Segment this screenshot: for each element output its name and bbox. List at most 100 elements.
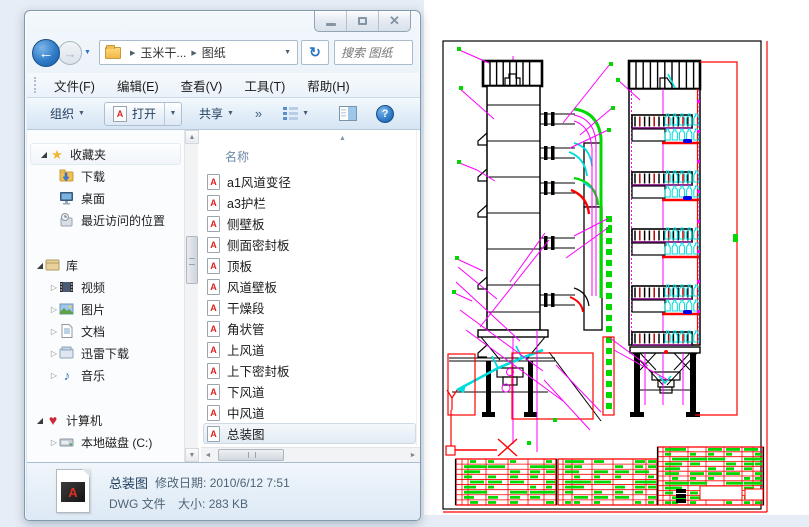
window-controls: ✕	[314, 11, 411, 32]
breadcrumb[interactable]: ▶ 玉米干... ▶ 图纸 ▼	[99, 40, 298, 65]
tree-collapsed-icon[interactable]: ▷	[49, 371, 59, 380]
sidebar-item-1-2[interactable]: ▷ 文档	[27, 320, 184, 342]
share-button[interactable]: 共享 ▼	[192, 101, 241, 126]
horizontal-scrollbar[interactable]: ◄ ►	[201, 447, 420, 462]
tree-collapsed-icon[interactable]: ▷	[49, 438, 59, 447]
dwg-file-icon: A	[207, 194, 220, 211]
sidebar-item-2-0[interactable]: ▷ 本地磁盘 (C:)	[27, 431, 184, 453]
nav-scrollbar-thumb[interactable]	[186, 236, 198, 284]
file-name: 风道壁板	[227, 281, 278, 295]
toolbar-overflow-icon[interactable]: »	[255, 106, 262, 121]
sidebar-item-label: 音乐	[81, 368, 106, 383]
restore-button[interactable]	[347, 11, 379, 31]
file-name: a3护栏	[227, 197, 266, 211]
tree-collapsed-icon[interactable]: ▷	[49, 349, 59, 358]
tree-collapsed-icon[interactable]: ▷	[49, 283, 59, 292]
sidebar-item-1-0[interactable]: ▷ 视频	[27, 276, 184, 298]
file-row[interactable]: A 侧壁板	[203, 213, 416, 234]
breadcrumb-current[interactable]: 图纸	[202, 44, 226, 61]
sidebar-group-1[interactable]: ◢ 库	[27, 254, 184, 276]
file-name: 侧面密封板	[227, 239, 290, 253]
sidebar-item-0-0[interactable]: 下载	[27, 165, 184, 187]
menu-item-0[interactable]: 文件(F)	[43, 77, 106, 97]
menu-item-2[interactable]: 查看(V)	[170, 77, 234, 97]
menu-item-3[interactable]: 工具(T)	[233, 77, 296, 97]
tree-expanded-icon[interactable]: ◢	[39, 150, 49, 159]
menu-item-4[interactable]: 帮助(H)	[296, 77, 360, 97]
modified-value: 2010/6/12 7:51	[209, 476, 290, 490]
documents-icon	[59, 323, 75, 339]
file-row[interactable]: A 侧面密封板	[203, 234, 416, 255]
selected-file-big-icon: A	[56, 469, 90, 513]
sidebar-item-0-2[interactable]: 最近访问的位置	[27, 209, 184, 231]
dwg-file-icon: A	[207, 320, 220, 337]
file-row[interactable]: Aa3护栏	[203, 192, 416, 213]
scroll-up-icon[interactable]: ▲	[185, 130, 199, 144]
close-button[interactable]: ✕	[379, 11, 410, 31]
open-dropdown-button[interactable]: ▼	[163, 102, 181, 125]
file-row[interactable]: A 角状管	[203, 318, 416, 339]
toolbar: 组织 ▼ A 打开 ▼ 共享 ▼ » ▼ ?	[27, 98, 420, 130]
forward-button[interactable]: →	[58, 41, 82, 65]
open-button[interactable]: A 打开	[105, 103, 164, 125]
chevron-down-icon: ▼	[78, 110, 85, 117]
dwg-file-icon: A	[207, 362, 220, 379]
preview-pane-button[interactable]	[332, 102, 364, 125]
sidebar-group-0[interactable]: ◢ ★ 收藏夹	[30, 143, 181, 165]
tree-collapsed-icon[interactable]: ▷	[49, 305, 59, 314]
search-input[interactable]	[335, 45, 412, 60]
sidebar-item-label: 图片	[81, 302, 106, 317]
sidebar-group-2[interactable]: ◢ ♥ 计算机	[27, 409, 184, 431]
details-pane: A 总装图 修改日期: 2010/6/12 7:51 DWG 文件 大小: 28…	[27, 462, 420, 520]
minimize-button[interactable]	[315, 11, 347, 31]
breadcrumb-dropdown-icon[interactable]: ▼	[284, 49, 291, 56]
file-row[interactable]: A 干燥段	[203, 297, 416, 318]
scroll-right-icon[interactable]: ►	[406, 448, 420, 462]
file-name: 顶板	[227, 260, 253, 274]
file-row[interactable]: A 中风道	[203, 402, 416, 423]
file-row[interactable]: A 顶板	[203, 255, 416, 276]
change-view-button[interactable]: ▼	[276, 103, 316, 124]
thunder-icon	[59, 345, 75, 361]
tree-expanded-icon[interactable]: ◢	[35, 261, 45, 270]
file-row[interactable]: A 上风道	[203, 339, 416, 360]
sort-ascending-icon[interactable]: ▲	[339, 135, 346, 142]
menu-bar: 文件(F) 编辑(E) 查看(V) 工具(T) 帮助(H)	[27, 73, 420, 98]
cad-preview-pane	[424, 0, 809, 515]
file-row[interactable]: A 下风道	[203, 381, 416, 402]
scroll-down-icon[interactable]: ▼	[185, 448, 199, 462]
sidebar-item-1-3[interactable]: ▷ 迅雷下载	[27, 342, 184, 364]
preview-pane-icon	[339, 106, 358, 121]
tree-expanded-icon[interactable]: ◢	[35, 416, 45, 425]
sidebar-item-0-1[interactable]: 桌面	[27, 187, 184, 209]
breadcrumb-parent[interactable]: 玉米干...	[140, 44, 186, 61]
help-button[interactable]: ?	[376, 104, 395, 123]
history-dropdown-icon[interactable]: ▼	[84, 49, 91, 56]
horizontal-scrollbar-thumb[interactable]	[218, 449, 284, 461]
tree-collapsed-icon[interactable]: ▷	[49, 327, 59, 336]
menu-item-1[interactable]: 编辑(E)	[106, 77, 170, 97]
computer-icon: ♥	[45, 412, 61, 428]
file-row[interactable]: A 上下密封板	[203, 360, 416, 381]
nav-scrollbar[interactable]: ▲ ▼	[184, 130, 199, 462]
library-icon	[45, 257, 61, 273]
back-button[interactable]: ←	[32, 39, 60, 67]
file-row[interactable]: Aa1风道变径	[203, 171, 416, 192]
recent-places-icon	[59, 212, 75, 228]
sidebar-item-label: 最近访问的位置	[81, 213, 166, 228]
column-header-name[interactable]: 名称	[225, 148, 249, 165]
open-split-button: A 打开 ▼	[103, 101, 182, 126]
minimize-icon	[325, 22, 336, 26]
sidebar-item-1-1[interactable]: ▷ 图片	[27, 298, 184, 320]
organize-button[interactable]: 组织 ▼	[43, 101, 92, 126]
breadcrumb-separator-icon: ▶	[130, 49, 136, 57]
sidebar-item-1-4[interactable]: ▷ ♪ 音乐	[27, 364, 184, 386]
file-row[interactable]: A 风道壁板	[203, 276, 416, 297]
refresh-button[interactable]: ↻	[301, 40, 329, 65]
page-fold	[82, 469, 90, 477]
client-area: ◢ ★ 收藏夹 下载 桌面 最近访问的位置 ◢ 库 ▷ 视频 ▷ 图片 ▷ 文档 ▷ 迅雷下载 ▷ ♪ 音乐 ◢ ♥ 计算…	[27, 130, 420, 462]
size-value: 283 KB	[208, 497, 249, 511]
file-row[interactable]: A 总装图	[203, 423, 416, 444]
dwg-file-icon: A	[207, 236, 220, 253]
scroll-left-icon[interactable]: ◄	[201, 448, 215, 462]
